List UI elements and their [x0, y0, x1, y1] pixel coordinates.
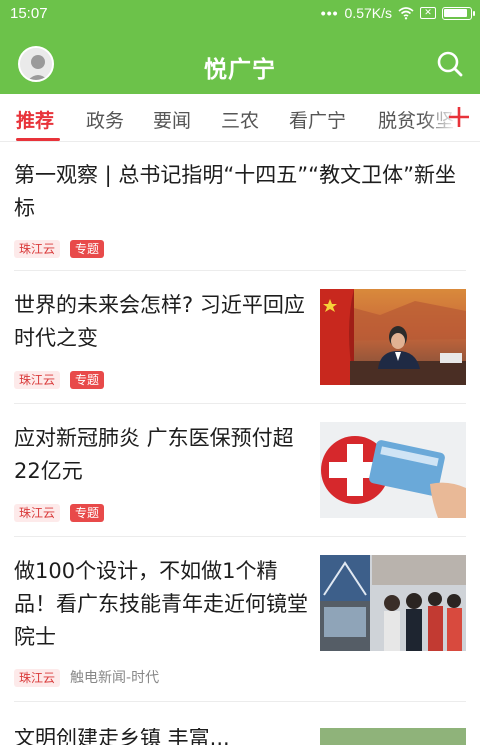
tab-agriculture[interactable]: 三农 — [221, 106, 259, 133]
partial-news-title: 文明创建走乡镇 丰富... — [14, 728, 230, 745]
status-right: ••• 0.57K/s ✕ — [320, 5, 475, 21]
tab-headlines[interactable]: 要闻 — [153, 106, 191, 133]
tab-guangning[interactable]: 看广宁 — [289, 106, 346, 133]
source-tag: 珠江云 — [14, 669, 61, 687]
news-item[interactable]: 世界的未来会怎样? 习近平回应时代之变 珠江云 专题 — [14, 271, 466, 404]
news-meta: 触电新闻-时代 — [70, 670, 160, 686]
special-badge: 专题 — [70, 504, 105, 522]
news-title[interactable]: 世界的未来会怎样? 习近平回应时代之变 — [14, 289, 314, 355]
tab-recommended[interactable]: 推荐 — [16, 106, 54, 133]
news-tags: 珠江云 专题 — [14, 504, 105, 522]
app-title: 悦广宁 — [204, 57, 276, 83]
network-speed: 0.57K/s — [344, 5, 392, 21]
architecture-exhibition-image[interactable] — [320, 555, 466, 651]
source-tag: 珠江云 — [14, 240, 61, 258]
status-bar: 15:07 ••• 0.57K/s ✕ — [0, 0, 480, 28]
app-bar: 悦广宁 — [0, 36, 480, 92]
battery-icon — [442, 6, 475, 20]
thumbnail-art — [320, 555, 466, 651]
news-tags: 珠江云 专题 — [14, 240, 105, 258]
news-tags: 珠江云 触电新闻-时代 — [14, 669, 159, 687]
thumbnail-art — [320, 289, 466, 385]
news-tags: 珠江云 专题 — [14, 371, 105, 389]
news-item[interactable]: 做100个设计，不如做1个精品！看广东技能青年走近何镜堂院士 珠江云 触电新闻-… — [14, 537, 466, 702]
news-title[interactable]: 做100个设计，不如做1个精品！看广东技能青年走近何镜堂院士 — [14, 555, 314, 654]
tab-government[interactable]: 政务 — [86, 106, 124, 133]
special-badge: 专题 — [70, 371, 105, 389]
signal-dots-icon: ••• — [320, 5, 339, 21]
news-title[interactable]: 第一观察 | 总书记指明“十四五”“教文卫体”新坐标 — [14, 159, 466, 225]
thumbnail-art — [320, 422, 466, 518]
channel-tabs: 推荐 政务 要闻 三农 看广宁 脱贫攻坚 — [0, 94, 480, 142]
battery-level — [444, 8, 467, 17]
news-item[interactable]: 应对新冠肺炎 广东医保预付超22亿元 珠江云 专题 — [14, 404, 466, 537]
source-tag: 珠江云 — [14, 504, 61, 522]
active-tab-indicator — [16, 138, 60, 141]
source-tag: 珠江云 — [14, 371, 61, 389]
next-item-peek: 文明创建走乡镇 丰富... — [0, 728, 480, 745]
speaker-at-desk-with-flag-image[interactable] — [320, 289, 466, 385]
medical-card-hospital-cross-image[interactable] — [320, 422, 466, 518]
partial-thumbnail — [320, 728, 466, 745]
app-header: 15:07 ••• 0.57K/s ✕ 悦广宁 — [0, 0, 480, 94]
news-item[interactable]: 第一观察 | 总书记指明“十四五”“教文卫体”新坐标 珠江云 专题 — [14, 143, 466, 271]
news-feed: 第一观察 | 总书记指明“十四五”“教文卫体”新坐标 珠江云 专题 世界的未来会… — [0, 143, 480, 702]
special-badge: 专题 — [70, 240, 105, 258]
wifi-icon — [398, 7, 414, 20]
plus-icon[interactable] — [446, 104, 472, 130]
search-icon[interactable] — [436, 50, 464, 78]
news-title[interactable]: 应对新冠肺炎 广东医保预付超22亿元 — [14, 422, 314, 488]
sim-disabled-icon: ✕ — [420, 7, 436, 19]
status-time: 15:07 — [10, 5, 48, 22]
